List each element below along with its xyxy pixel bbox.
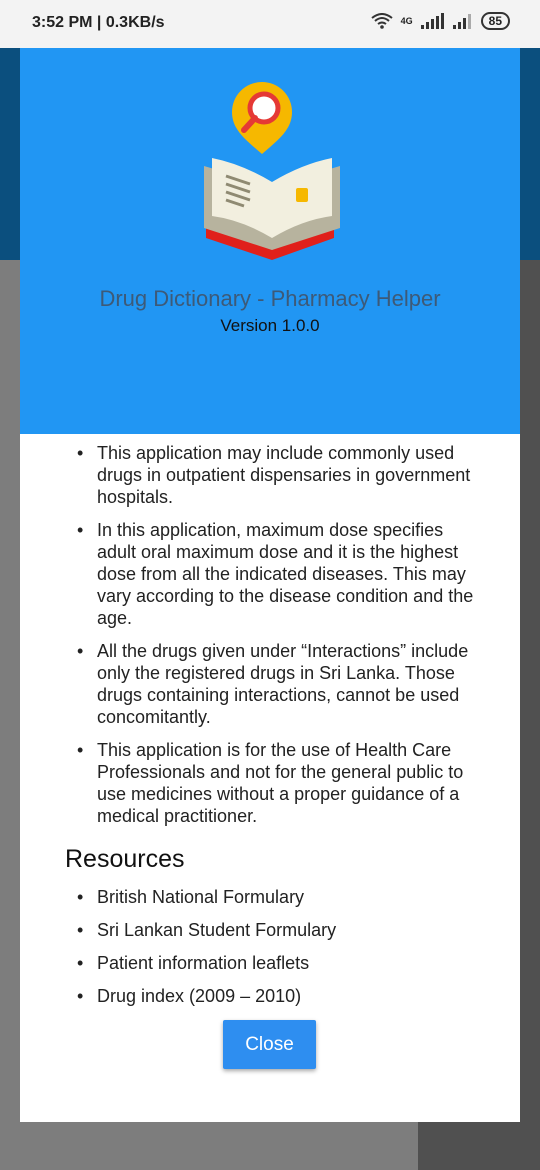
info-item: • All the drugs given under “Interactions… [77,641,469,727]
close-button[interactable]: Close [223,1020,316,1069]
dialog-header: Drug Dictionary - Pharmacy Helper Versio… [20,48,520,434]
signal-icon [420,13,444,29]
app-title: Drug Dictionary - Pharmacy Helper [99,286,441,311]
status-bar: 3:52 PM | 0.3KB/s 4G 85 [0,0,540,48]
battery-icon: 85 [480,12,510,30]
info-item: • In this application, maximum dose speci… [77,520,474,628]
resource-item: • British National Formulary [77,887,305,907]
resource-item: • Drug index (2009 – 2010) [77,986,302,1006]
dialog-content: • This application may include commonly u… [65,442,485,1018]
resources-list: • British National Formulary • Sri Lankan … [65,886,485,1007]
book-search-logo-icon [204,82,340,260]
about-dialog: Drug Dictionary - Pharmacy Helper Versio… [20,48,520,1122]
info-item: • This application may include commonly u… [77,443,471,507]
resource-item: • Patient information leaflets [77,953,310,973]
info-list: • This application may include commonly u… [65,442,485,827]
resources-heading: Resources [65,845,185,873]
network-type-label: 4G [400,16,413,26]
app-version: Version 1.0.0 [220,316,320,335]
info-item: • This application is for the use of Heal… [77,740,464,826]
status-time: 3:52 PM | 0.3KB/s [32,14,165,31]
status-icons: 4G 85 [371,12,510,30]
wifi-icon [371,13,393,29]
signal-icon-2 [452,14,471,29]
resource-item: • Sri Lankan Student Formulary [77,920,337,940]
